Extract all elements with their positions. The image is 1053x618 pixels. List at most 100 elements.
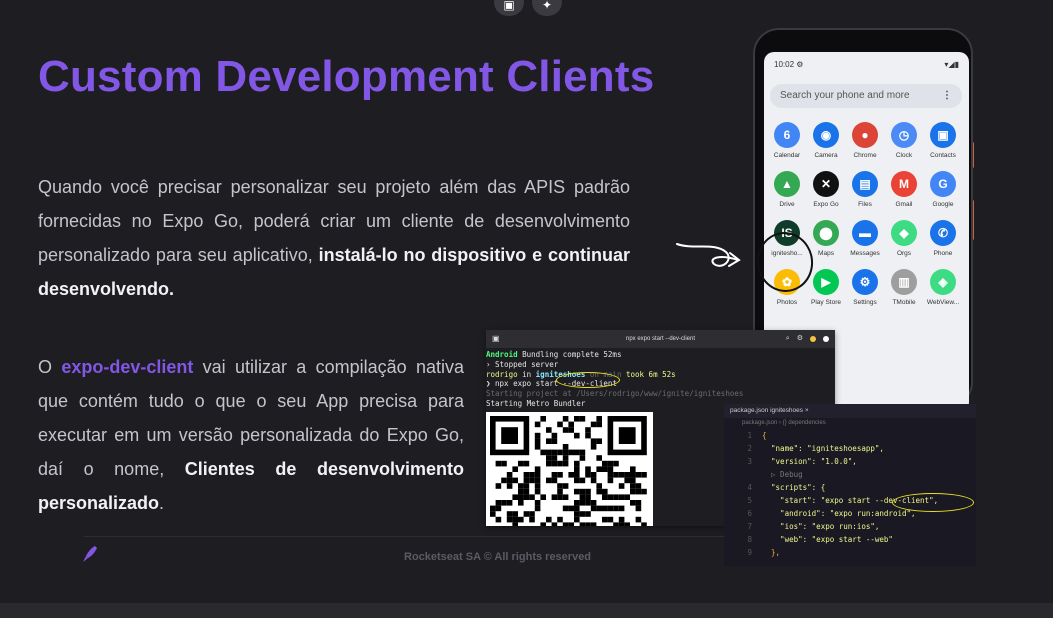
minimize-button[interactable]: [810, 336, 816, 342]
app-messages[interactable]: ▬ Messages: [846, 220, 884, 257]
terminal-titlebar: ▣ npx expo start --dev-client ⌕ ⚙: [486, 330, 835, 348]
qr-module: [568, 472, 574, 478]
qr-module: [618, 483, 625, 489]
terminal-line-metro: Starting Metro Bundler: [486, 398, 586, 408]
qr-module: [546, 477, 552, 484]
gear-icon[interactable]: ⚙: [797, 330, 803, 348]
app-orgs[interactable]: ◆ Orgs: [885, 220, 923, 257]
qr-module: [562, 427, 569, 433]
qr-module: [518, 460, 524, 467]
qr-module: [546, 516, 552, 523]
qr-module: [546, 460, 552, 467]
app-expo-go[interactable]: ✕ Expo Go: [807, 171, 845, 208]
app-drive[interactable]: ▲ Drive: [768, 171, 806, 208]
app-label: Drive: [779, 201, 795, 208]
code-line: 9 },: [724, 546, 976, 559]
qr-module: [506, 477, 513, 484]
editor-tab[interactable]: package.json igniteshoes ×: [724, 404, 976, 418]
app-clock[interactable]: ◷ Clock: [885, 122, 923, 159]
qr-module: [518, 488, 524, 495]
qr-module: [596, 488, 602, 495]
qr-module: [596, 483, 602, 489]
app-label: Calendar: [773, 152, 801, 159]
qr-module: [624, 494, 630, 500]
qr-module: [585, 427, 591, 433]
code-editor: package.json igniteshoes × package.json …: [724, 404, 976, 566]
qr-module: [523, 460, 530, 467]
rocket-icon: [83, 546, 97, 562]
qr-module: [635, 488, 642, 495]
search-icon[interactable]: ⌕: [786, 330, 790, 348]
code-line: ▷ Debug: [724, 468, 976, 481]
more-options-icon[interactable]: ⋮: [942, 84, 952, 108]
qr-module: [607, 477, 614, 484]
qr-module: [512, 522, 518, 526]
qr-module: [618, 522, 625, 526]
line-number: 5: [747, 496, 752, 505]
qr-module: [635, 500, 642, 506]
qr-module: [512, 477, 518, 484]
qr-module: [523, 472, 530, 478]
qr-module: [495, 500, 502, 506]
edit-icon[interactable]: ▣: [494, 0, 524, 16]
qr-module: [596, 455, 602, 461]
terminal-user: rodrigo: [486, 369, 518, 379]
qr-module: [529, 472, 535, 478]
qr-module: [540, 449, 546, 456]
qr-module: [574, 500, 580, 506]
qr-module: [585, 472, 591, 478]
app-maps[interactable]: ⬤ Maps: [807, 220, 845, 257]
qr-module: [602, 460, 608, 467]
qr-module: [574, 511, 580, 517]
close-button[interactable]: [823, 336, 829, 342]
qr-module: [534, 472, 541, 478]
app-label: WebView...: [926, 299, 960, 306]
qr-module: [607, 472, 614, 478]
line-text: "web": "expo start --web": [762, 535, 893, 544]
terminal-highlight-circle: [556, 372, 620, 388]
sparkle-icon[interactable]: ✦: [532, 0, 562, 16]
qr-module: [557, 494, 563, 500]
qr-module: [641, 472, 647, 478]
app-tmobile[interactable]: ▥ TMobile: [885, 269, 923, 306]
phone-search-bar[interactable]: Search your phone and more ⋮: [770, 84, 962, 108]
qr-module: [618, 516, 625, 523]
app-contacts[interactable]: ▣ Contacts: [924, 122, 962, 159]
app-google[interactable]: G Google: [924, 171, 962, 208]
app-label: Maps: [818, 250, 834, 257]
qr-module: [523, 488, 530, 495]
code-line: 8 "web": "expo start --web": [724, 533, 976, 546]
terminal-icon: ▣: [492, 334, 500, 343]
code-line: 7 "ios": "expo run:ios",: [724, 520, 976, 533]
qr-module: [557, 449, 563, 456]
qr-module: [512, 494, 518, 500]
status-icons: ▾◢▮: [944, 60, 959, 69]
app-phone[interactable]: ✆ Phone: [924, 220, 962, 257]
qr-module: [557, 483, 563, 489]
app-icon: 6: [774, 122, 800, 148]
app-gmail[interactable]: M Gmail: [885, 171, 923, 208]
close-icon[interactable]: ×: [805, 407, 809, 414]
app-chrome[interactable]: ● Chrome: [846, 122, 884, 159]
line-text: "version": "1.0.0",: [762, 457, 857, 466]
qr-module: [590, 522, 597, 526]
qr-module: [641, 488, 647, 495]
terminal-title: npx expo start --dev-client: [625, 336, 696, 342]
phone-search-placeholder: Search your phone and more: [780, 90, 910, 101]
qr-module: [518, 483, 524, 489]
app-files[interactable]: ▤ Files: [846, 171, 884, 208]
app-play-store[interactable]: ▶ Play Store: [807, 269, 845, 306]
app-settings[interactable]: ⚙ Settings: [846, 269, 884, 306]
qr-module: [590, 500, 597, 506]
app-calendar[interactable]: 6 Calendar: [768, 122, 806, 159]
qr-module: [562, 505, 569, 512]
qr-finder: [618, 427, 636, 444]
terminal-in: in: [517, 369, 536, 379]
qr-module: [534, 477, 541, 484]
code-line: 2 "name": "igniteshoesapp",: [724, 442, 976, 455]
app-camera[interactable]: ◉ Camera: [807, 122, 845, 159]
app-label: Orgs: [896, 250, 912, 257]
app-webview[interactable]: ◈ WebView...: [924, 269, 962, 306]
app-icon: ⬤: [813, 220, 839, 246]
qr-module: [607, 460, 614, 467]
